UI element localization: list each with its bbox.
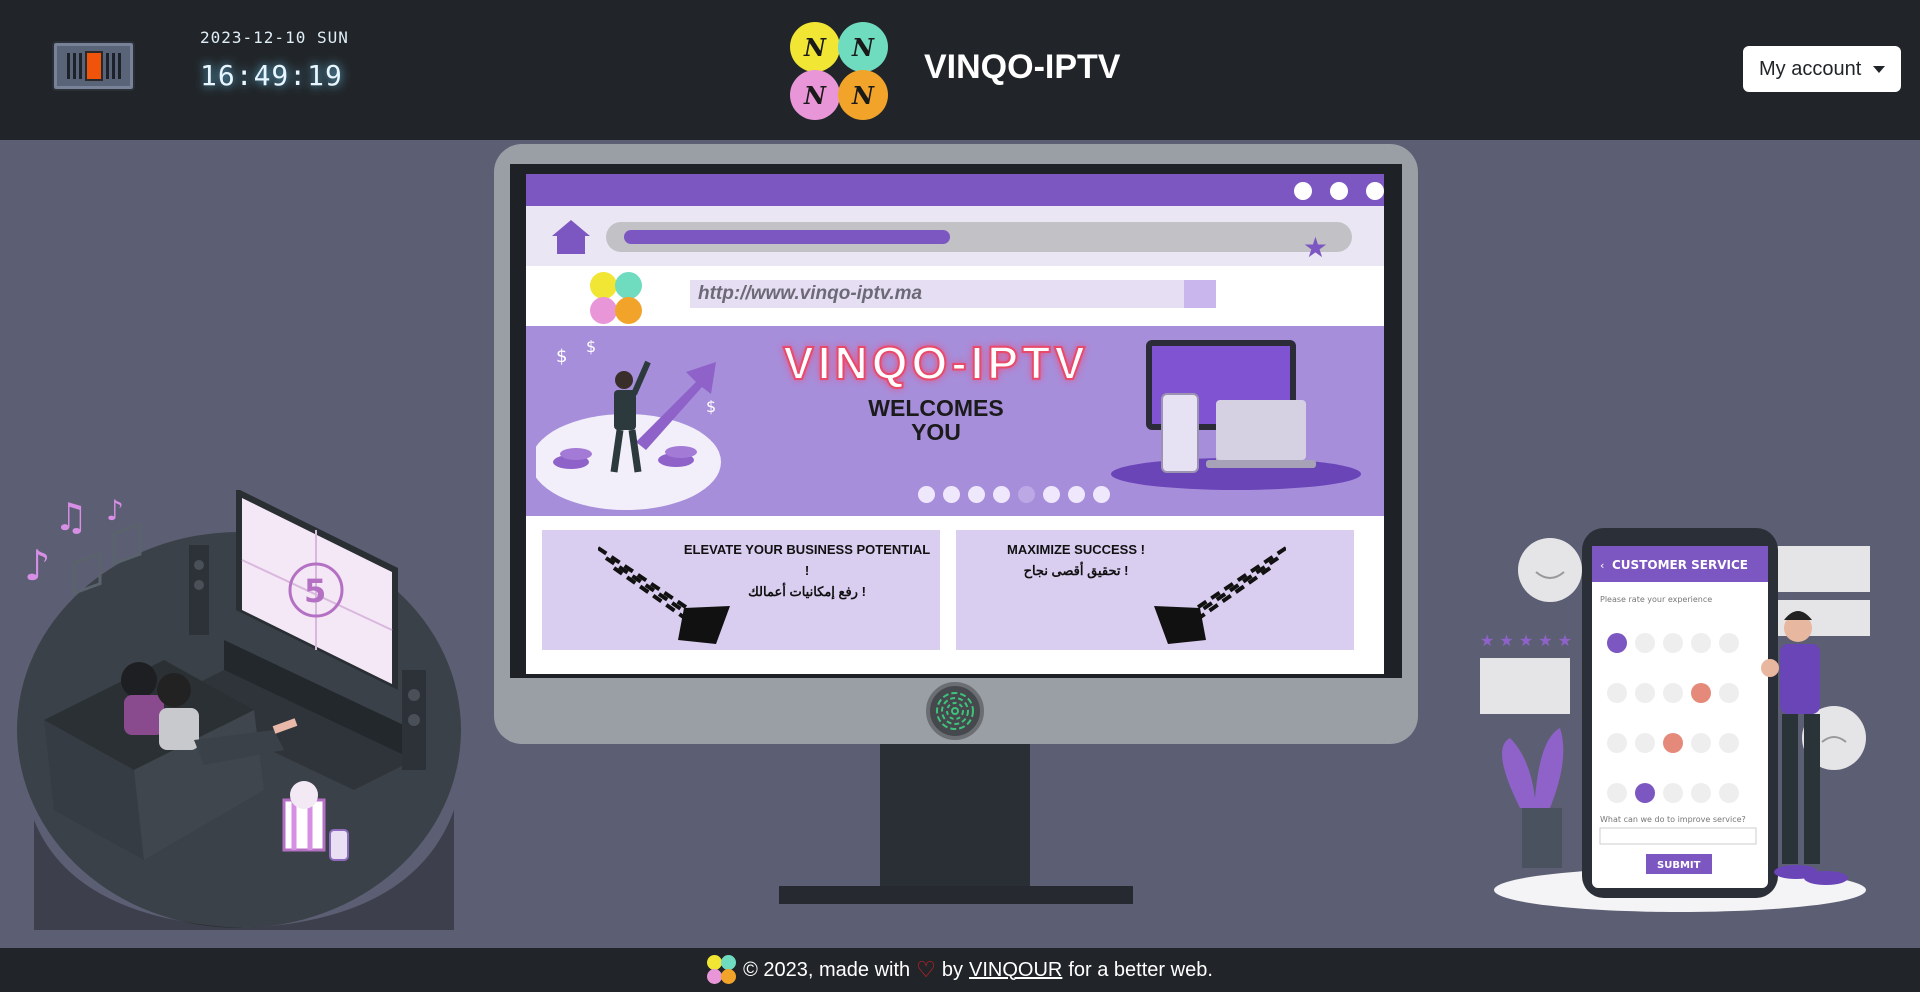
phone-submit-button: SUBMIT [1657, 860, 1701, 871]
clock-date: 2023-12-10 SUN [200, 28, 349, 47]
customer-service-illustration: ★ ★ ★ ★ ★ ‹ CUSTOMER SERVICE Please rate… [1480, 528, 1870, 912]
banner-subtitle-line: WELCOMES [868, 395, 1004, 421]
rating-stars-icon: ★ ★ ★ ★ ★ [1480, 631, 1572, 650]
footer-by: by [941, 958, 964, 981]
address-row: http://www.vinqo-iptv.ma [526, 266, 1384, 326]
carousel-dot[interactable] [918, 486, 935, 503]
footer-author-link[interactable]: VINQOUR [969, 959, 1062, 982]
feature-card-business: ELEVATE YOUR BUSINESS POTENTIAL ! رفع إم… [542, 530, 940, 650]
businessman-illustration: $ $ $ [536, 337, 721, 510]
carousel-dot[interactable] [968, 486, 985, 503]
carousel-dot[interactable] [993, 486, 1010, 503]
browser-titlebar [526, 174, 1384, 206]
card-text: MAXIMIZE SUCCESS ! تحقيق أقصى نجاح ! [996, 540, 1156, 582]
banner-title: VINQO-IPTV [782, 336, 1089, 390]
fingerprint-icon [926, 682, 984, 740]
clock-time: 16:49:19 [200, 59, 343, 92]
card-text: ELEVATE YOUR BUSINESS POTENTIAL ! رفع إم… [682, 540, 932, 602]
monitor-illustration: ★ http://www.vinqo-iptv.ma $ $ $ VINQO-I… [494, 144, 1418, 744]
footer-suffix: for a better web. [1068, 958, 1213, 981]
devices-illustration [1111, 340, 1361, 490]
carousel-indicators [918, 486, 1110, 503]
monitor-stand [880, 744, 1030, 888]
banner-subtitle-line: YOU [911, 419, 961, 446]
browser-toolbar: ★ [526, 206, 1384, 266]
svg-text:$: $ [556, 346, 567, 367]
feature-cards: ELEVATE YOUR BUSINESS POTENTIAL ! رفع إم… [526, 516, 1384, 674]
window-dot-icon [1366, 182, 1384, 200]
svg-text:$: $ [586, 337, 596, 356]
music-note-icon: ♫ [54, 495, 88, 539]
carousel-dot[interactable] [1068, 486, 1085, 503]
caret-down-icon [1873, 65, 1886, 73]
theme-toggle-button[interactable] [52, 41, 135, 91]
heart-icon: ♡ [916, 957, 936, 982]
digital-clock: 2023-12-10 SUN 16:49:19 [200, 28, 349, 92]
progress-fill [624, 230, 950, 244]
my-account-label: My account [1759, 57, 1862, 80]
banner-subtitle: WELCOMES YOU [826, 396, 1046, 444]
svg-text:$: $ [706, 397, 716, 416]
phone-question: What can we do to improve service? [1600, 815, 1746, 824]
music-note-icon: ♪ [106, 494, 124, 527]
countdown-number: 5 [304, 572, 326, 610]
footer-logo [707, 955, 737, 985]
card-text-ar: رفع إمكانيات أعمالك ! [748, 583, 866, 599]
monitor-base [779, 886, 1133, 904]
window-dot-icon [1294, 182, 1312, 200]
site-brand-name[interactable]: VINQO-IPTV [924, 48, 1120, 87]
window-dot-icon [1330, 182, 1348, 200]
address-go-box [1184, 280, 1216, 308]
toggle-knob [84, 51, 103, 81]
carousel-dot[interactable] [1043, 486, 1060, 503]
mini-logo [590, 272, 642, 324]
progress-bar: ★ [606, 222, 1352, 262]
home-icon [552, 220, 590, 254]
welcome-banner: $ $ $ VINQO-IPTV WELCOMES YOU [526, 326, 1384, 516]
back-arrow-icon: ‹ [1600, 559, 1604, 572]
feature-card-success: MAXIMIZE SUCCESS ! تحقيق أقصى نجاح ! [956, 530, 1354, 650]
browser-mockup: ★ http://www.vinqo-iptv.ma $ $ $ VINQO-I… [526, 174, 1384, 674]
footer: © 2023, made with ♡ by VINQOUR for a bet… [0, 948, 1920, 992]
card-text-ar: تحقيق أقصى نجاح ! [1023, 562, 1129, 578]
phone-rating-prompt: Please rate your experience [1600, 595, 1712, 604]
star-icon: ★ [1302, 231, 1328, 264]
footer-copyright: © 2023, made with [743, 958, 911, 981]
card-text-en: MAXIMIZE SUCCESS ! [1007, 542, 1145, 557]
carousel-dot[interactable] [943, 486, 960, 503]
phone-header-title: CUSTOMER SERVICE [1612, 558, 1748, 572]
site-logo[interactable]: N N N N [790, 22, 888, 120]
monitor-screen: ★ http://www.vinqo-iptv.ma $ $ $ VINQO-I… [510, 164, 1402, 678]
carousel-dot-active[interactable] [1018, 486, 1035, 503]
address-text: http://www.vinqo-iptv.ma [690, 280, 1184, 308]
arrow-down-left-icon [1154, 546, 1286, 644]
top-navbar: 2023-12-10 SUN 16:49:19 N N N N VINQO-IP… [0, 0, 1920, 140]
my-account-dropdown[interactable]: My account [1743, 46, 1901, 92]
music-note-icon: ♪ [24, 541, 51, 590]
carousel-dot[interactable] [1093, 486, 1110, 503]
card-text-en: ELEVATE YOUR BUSINESS POTENTIAL ! [683, 542, 931, 578]
home-cinema-illustration: ♫ ♪ ♪ 5 [17, 490, 461, 930]
